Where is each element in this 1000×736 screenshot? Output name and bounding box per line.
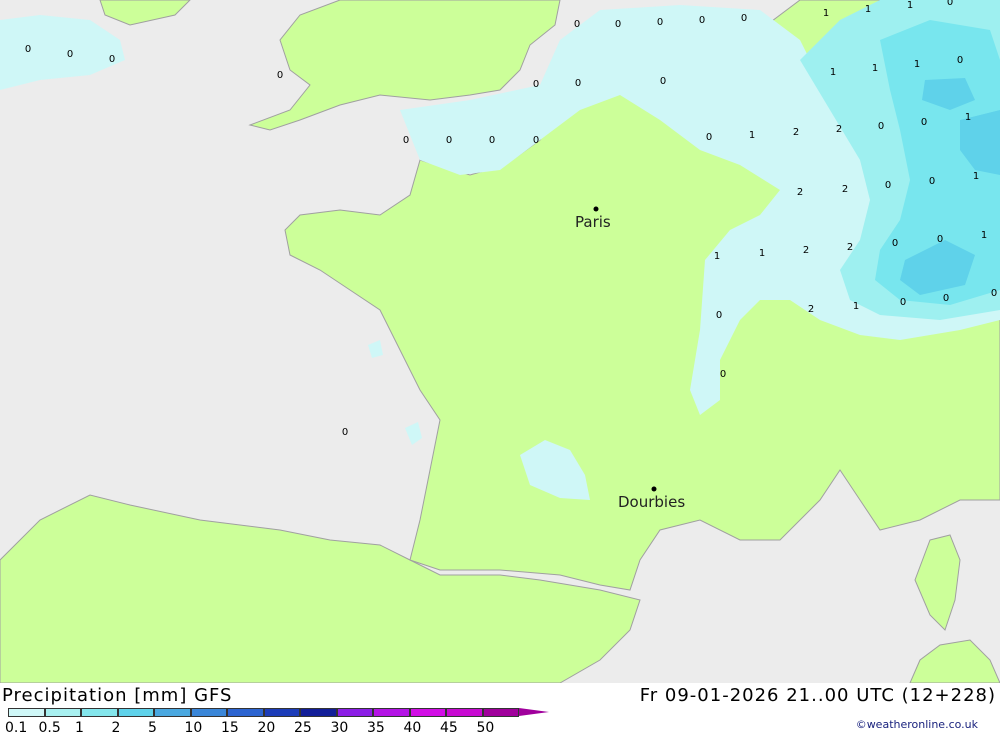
precip-value: 1 (865, 4, 871, 15)
scale-tick: 45 (440, 720, 458, 736)
precip-value: 1 (907, 0, 913, 11)
scale-swatch (227, 708, 264, 717)
precipitation-map: Paris Dourbies 0 0 0 0 0 0 0 0 0 1 1 1 0 1 1 1 0 0 0 0 0 0 0 0 0… (0, 0, 1000, 683)
precip-value: 0 (342, 427, 348, 438)
precip-value: 1 (759, 248, 765, 259)
precip-value: 1 (853, 301, 859, 312)
precip-value: 0 (699, 15, 705, 26)
scale-swatch (482, 708, 519, 717)
precip-value: 1 (823, 8, 829, 19)
scale-tick: 2 (111, 720, 121, 736)
precip-value: 0 (947, 0, 953, 8)
scale-tick: 0.1 (5, 720, 28, 736)
scale-swatch (446, 708, 483, 717)
precip-value: 0 (929, 176, 935, 187)
scale-tick: 35 (367, 720, 385, 736)
precip-value: 0 (109, 54, 115, 65)
dourbies-label: Dourbies (618, 493, 685, 511)
precip-value: 1 (973, 171, 979, 182)
scale-tick: 10 (184, 720, 203, 736)
precip-value: 0 (574, 19, 580, 30)
paris-marker (593, 206, 599, 212)
precip-value: 0 (943, 293, 949, 304)
precip-value: 0 (892, 238, 898, 249)
precip-value: 1 (981, 230, 987, 241)
precip-value: 0 (991, 288, 997, 299)
precip-value: 0 (660, 76, 666, 87)
precip-value: 0 (937, 234, 943, 245)
scale-swatch (117, 708, 154, 717)
precip-value: 0 (575, 78, 581, 89)
scale-swatch (300, 708, 337, 717)
scale-tick: 40 (403, 720, 422, 736)
credit-link[interactable]: ©weatheronline.co.uk (856, 718, 978, 731)
precip-value: 1 (749, 130, 755, 141)
precip-value: 2 (847, 242, 853, 253)
scale-tick: 0.5 (38, 720, 61, 736)
precip-value: 2 (808, 304, 814, 315)
precip-value: 0 (900, 297, 906, 308)
precip-value: 2 (836, 124, 842, 135)
precip-value: 1 (965, 112, 971, 123)
map-footer: Precipitation [mm] GFS Fr 09-01-2026 21.… (0, 683, 1000, 736)
precip-value: 0 (446, 135, 452, 146)
precip-value: 1 (830, 67, 836, 78)
precip-value: 0 (67, 49, 73, 60)
scale-swatch (373, 708, 410, 717)
scale-tick: 15 (221, 720, 239, 736)
precip-value: 0 (533, 135, 539, 146)
scale-arrow (519, 708, 549, 716)
precip-value: 0 (706, 132, 712, 143)
scale-swatch (81, 708, 118, 717)
precip-value: 0 (25, 44, 31, 55)
precip-value: 1 (714, 251, 720, 262)
precip-value: 0 (403, 135, 409, 146)
map-title: Precipitation [mm] GFS (2, 685, 233, 706)
paris-label: Paris (575, 213, 611, 231)
precip-value: 0 (720, 369, 726, 380)
precip-value: 0 (277, 70, 283, 81)
scale-tick: 30 (330, 720, 349, 736)
precip-value: 0 (657, 17, 663, 28)
scale-tick: 1 (75, 720, 84, 736)
scale-tick: 25 (294, 720, 312, 736)
precip-value: 2 (842, 184, 848, 195)
forecast-datetime: Fr 09-01-2026 21..00 UTC (12+228) (639, 685, 996, 706)
dourbies-marker (651, 486, 657, 492)
scale-swatch (44, 708, 81, 717)
scale-swatch (8, 708, 45, 717)
precip-value: 2 (793, 127, 799, 138)
precip-value: 0 (716, 310, 722, 321)
scale-swatch (190, 708, 227, 717)
scale-swatch (154, 708, 191, 717)
scale-swatch (409, 708, 446, 717)
scale-swatch (336, 708, 373, 717)
scale-tick: 20 (257, 720, 276, 736)
precip-value: 0 (489, 135, 495, 146)
scale-tick: 5 (148, 720, 157, 736)
precip-value: 2 (797, 187, 803, 198)
precip-value: 0 (878, 121, 884, 132)
precip-value: 0 (741, 13, 747, 24)
precip-value: 0 (615, 19, 621, 30)
precip-value: 0 (885, 180, 891, 191)
scale-tick: 50 (476, 720, 495, 736)
scale-swatch (263, 708, 300, 717)
precip-value: 2 (803, 245, 809, 256)
precip-value: 0 (533, 79, 539, 90)
precip-value: 0 (921, 117, 927, 128)
precip-value: 1 (872, 63, 878, 74)
precip-value: 1 (914, 59, 920, 70)
precip-value: 0 (957, 55, 963, 66)
